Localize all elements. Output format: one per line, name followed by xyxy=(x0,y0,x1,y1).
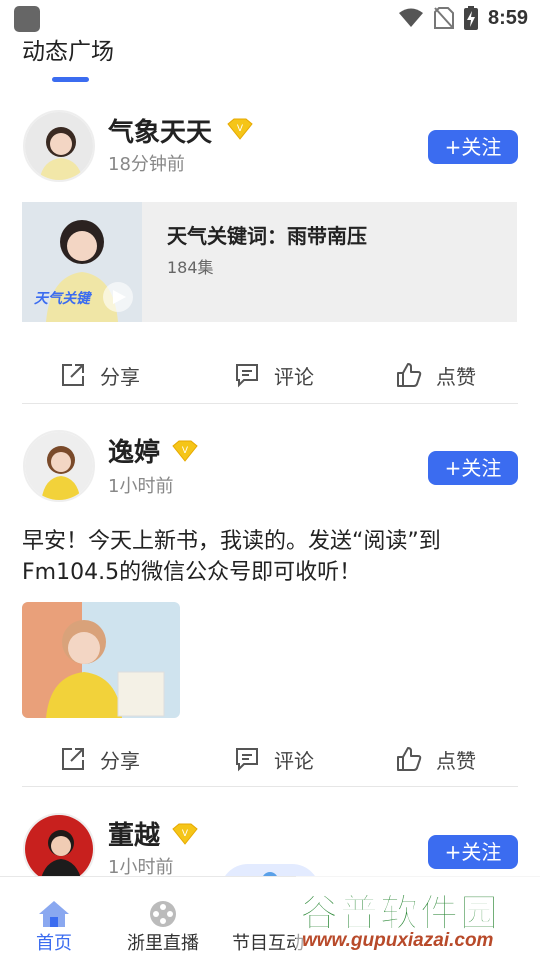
comment-icon xyxy=(236,364,258,388)
follow-button[interactable]: +关注 xyxy=(428,835,518,869)
watermark-url: www.gupuxiazai.com xyxy=(302,930,494,951)
share-label: 分享 xyxy=(100,748,140,773)
watermark: 谷普软件园 www.gupuxiazai.com xyxy=(296,876,540,960)
like-label: 点赞 xyxy=(436,748,476,773)
album-card[interactable]: 天气关键 天气关键词：雨带南压 184集 xyxy=(22,202,517,322)
avatar[interactable] xyxy=(23,110,95,182)
like-button[interactable]: 点赞 xyxy=(396,355,476,395)
user-name[interactable]: 气象天天 xyxy=(108,112,212,149)
svg-text:V: V xyxy=(182,829,189,839)
vip-badge-icon: V xyxy=(227,118,253,140)
like-button[interactable]: 点赞 xyxy=(396,739,476,779)
comment-button[interactable]: 评论 xyxy=(234,355,314,395)
comment-icon xyxy=(236,748,258,772)
feed-post: 逸婷 V 1小时前 +关注 早安！今天上新书，我读的。发送“阅读”到Fm104.… xyxy=(22,404,518,787)
vip-badge-icon: V xyxy=(172,440,198,462)
page-title: 动态广场 xyxy=(22,39,114,65)
album-cover-caption: 天气关键 xyxy=(34,291,90,307)
feed-post: 董越 V 1小时前 +关注 xyxy=(22,787,518,885)
thumbs-up-icon xyxy=(397,747,422,771)
svg-text:V: V xyxy=(182,446,189,456)
album-title: 天气关键词：雨带南压 xyxy=(167,224,367,248)
title-underline xyxy=(52,77,89,82)
wifi-icon xyxy=(398,8,423,27)
comment-label: 评论 xyxy=(274,748,314,773)
share-icon xyxy=(62,364,84,386)
svg-text:V: V xyxy=(237,124,244,134)
share-label: 分享 xyxy=(100,364,140,389)
no-sim-icon xyxy=(433,7,454,29)
status-icons: 8:59 xyxy=(398,6,528,30)
avatar[interactable] xyxy=(23,813,95,885)
app-notification-icon xyxy=(14,6,40,32)
thumbs-up-icon xyxy=(397,363,422,387)
like-label: 点赞 xyxy=(436,364,476,389)
vip-badge-icon: V xyxy=(172,823,198,845)
post-image[interactable] xyxy=(22,602,180,718)
share-icon xyxy=(62,748,84,770)
feed-list: 气象天天 V 18分钟前 +关注 天气关键 天气关键词：雨带南压 184集 分享… xyxy=(0,98,540,885)
comment-button[interactable]: 评论 xyxy=(234,739,314,779)
comment-label: 评论 xyxy=(274,364,314,389)
nav-home[interactable]: 首页 xyxy=(9,899,99,955)
watermark-logo-text: 谷普软件园 xyxy=(299,891,501,936)
follow-button[interactable]: +关注 xyxy=(428,451,518,485)
battery-charging-icon xyxy=(463,6,478,30)
user-name[interactable]: 逸婷 xyxy=(108,432,160,469)
nav-home-label: 首页 xyxy=(36,933,72,954)
status-bar: 8:59 xyxy=(0,0,540,36)
share-button[interactable]: 分享 xyxy=(60,739,140,779)
film-reel-icon xyxy=(150,901,176,927)
nav-live-label: 浙里直播 xyxy=(127,933,199,954)
nav-live[interactable]: 浙里直播 xyxy=(118,899,208,955)
album-episode-count: 184集 xyxy=(167,258,214,277)
home-icon xyxy=(39,901,69,927)
post-text: 早安！今天上新书，我读的。发送“阅读”到Fm104.5的微信公众号即可收听！ xyxy=(22,529,441,585)
follow-button[interactable]: +关注 xyxy=(428,130,518,164)
user-name[interactable]: 董越 xyxy=(108,815,160,852)
feed-post: 气象天天 V 18分钟前 +关注 天气关键 天气关键词：雨带南压 184集 分享… xyxy=(22,98,518,404)
share-button[interactable]: 分享 xyxy=(60,355,140,395)
avatar[interactable] xyxy=(23,430,95,502)
status-time: 8:59 xyxy=(487,6,528,29)
post-action-bar: 分享 评论 点赞 xyxy=(22,739,517,779)
post-action-bar: 分享 评论 点赞 xyxy=(22,355,517,395)
album-cover: 天气关键 xyxy=(22,202,142,322)
post-time: 18分钟前 xyxy=(108,154,185,175)
post-time: 1小时前 xyxy=(108,476,174,497)
